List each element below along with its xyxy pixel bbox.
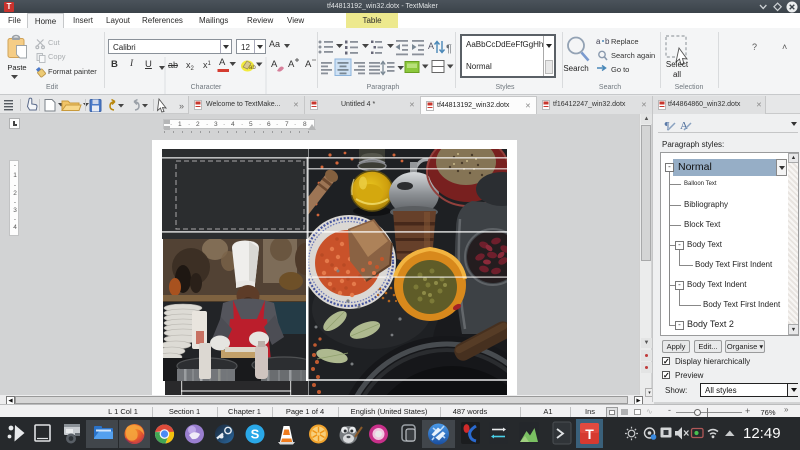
svg-text:b: b <box>605 37 610 46</box>
svg-text:»: » <box>179 101 184 111</box>
svg-text:S: S <box>251 427 260 442</box>
svg-text:A: A <box>680 120 688 132</box>
svg-text:a: a <box>596 37 601 46</box>
svg-text:ab: ab <box>249 65 256 71</box>
svg-text:T: T <box>585 426 594 442</box>
svg-text:A: A <box>428 41 434 51</box>
svg-text:¶: ¶ <box>446 43 452 55</box>
svg-text:¶: ¶ <box>664 120 670 132</box>
